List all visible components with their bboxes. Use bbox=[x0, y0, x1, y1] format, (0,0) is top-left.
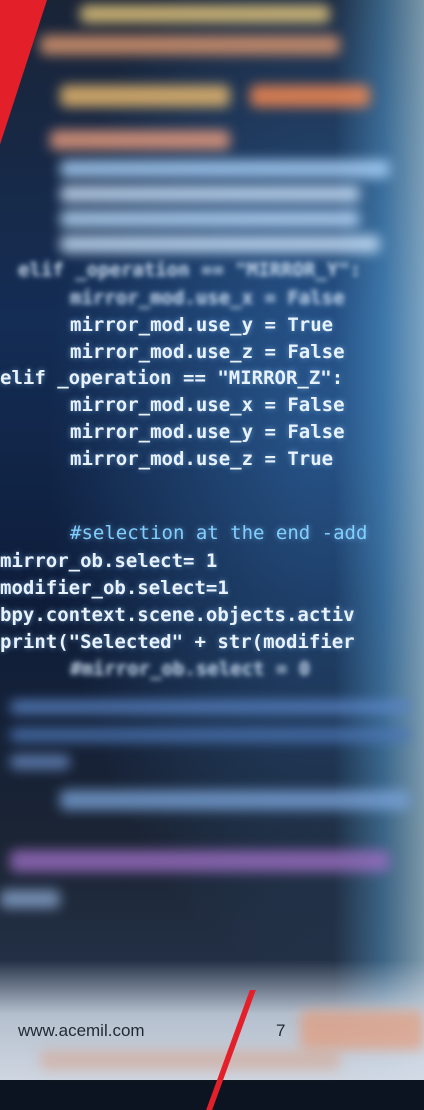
blurred-code-block bbox=[10, 850, 390, 872]
code-listing: elif _operation == "MIRROR_Y": mirror_mo… bbox=[0, 0, 424, 680]
code-comment: #selection at the end -add bbox=[70, 522, 368, 544]
code-line: elif _operation == "MIRROR_Z": bbox=[0, 367, 344, 389]
blurred-code-block bbox=[300, 1010, 424, 1050]
blurred-code-block bbox=[10, 700, 410, 714]
code-line: #mirror_ob.select = 0 bbox=[70, 658, 311, 680]
blurred-code-block bbox=[60, 790, 410, 810]
code-line: bpy.context.scene.objects.activ bbox=[0, 604, 355, 626]
code-line: mirror_mod.use_x = False bbox=[70, 394, 345, 416]
code-line: print("Selected" + str(modifier bbox=[0, 631, 355, 653]
page-number: 7 bbox=[276, 1021, 286, 1040]
code-line: mirror_mod.use_x = False bbox=[70, 287, 345, 309]
website-url: www.acemil.com bbox=[18, 1021, 145, 1040]
blurred-code-block bbox=[10, 728, 410, 742]
blurred-code-block bbox=[10, 755, 70, 769]
code-line: mirror_mod.use_y = False bbox=[70, 421, 345, 443]
code-line: modifier_ob.select=1 bbox=[0, 577, 229, 599]
code-line: mirror_mod.use_z = False bbox=[70, 341, 345, 363]
code-line: mirror_mod.use_z = True bbox=[70, 448, 334, 470]
blurred-code-block bbox=[0, 890, 60, 908]
code-line: elif _operation == "MIRROR_Y": bbox=[18, 259, 362, 281]
code-line: mirror_ob.select= 1 bbox=[0, 550, 218, 572]
code-line: mirror_mod.use_y = True bbox=[70, 314, 334, 336]
blurred-code-block bbox=[40, 1050, 340, 1070]
